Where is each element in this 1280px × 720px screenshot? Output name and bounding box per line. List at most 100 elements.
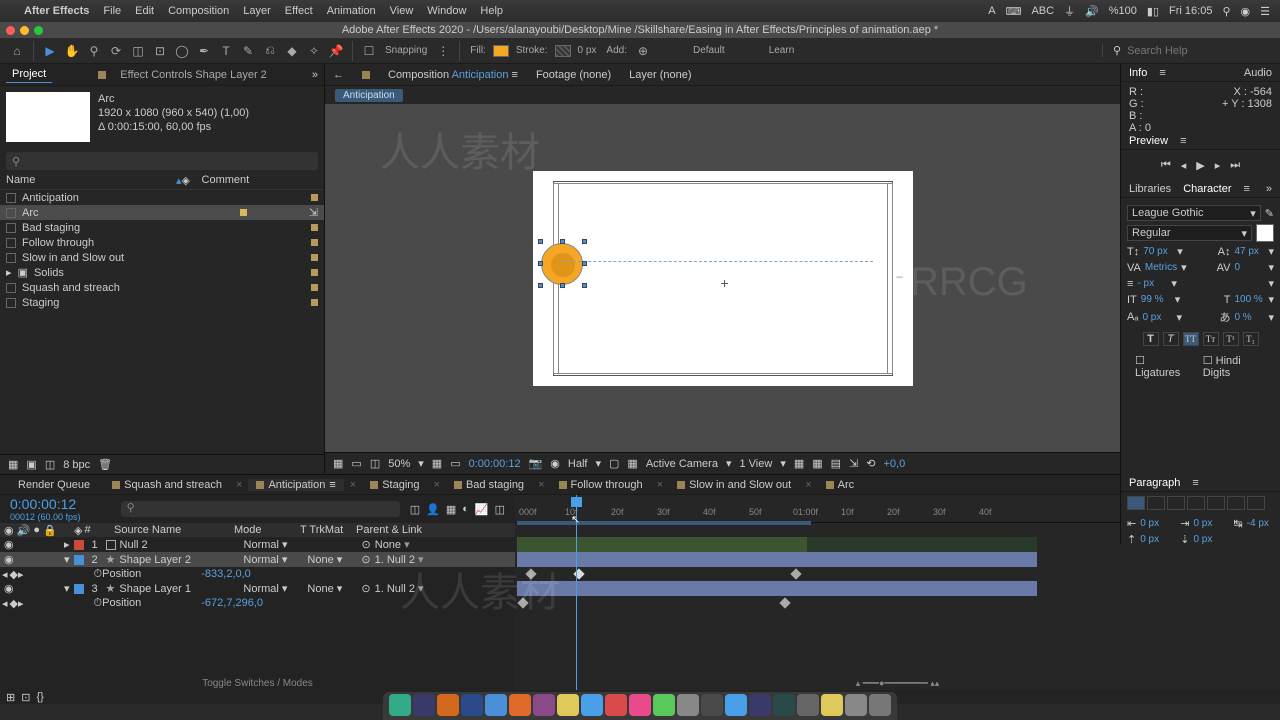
- zoom-tool-icon[interactable]: ⚲: [85, 42, 103, 60]
- col-comment[interactable]: Comment: [202, 174, 318, 189]
- prev-kf-icon[interactable]: ◂: [2, 568, 8, 581]
- bpc-button[interactable]: 8 bpc: [63, 459, 90, 471]
- dock-music-icon[interactable]: [629, 694, 651, 716]
- tl-options-icon[interactable]: ⊡: [21, 691, 30, 704]
- align-center-icon[interactable]: [1147, 496, 1165, 510]
- menu-composition[interactable]: Composition: [168, 5, 229, 17]
- property-row[interactable]: ◂ ◆ ▸ ⏱ Position -672,7,296,0: [0, 596, 515, 610]
- dock-pr-icon[interactable]: [749, 694, 771, 716]
- tl-tab[interactable]: Slow in and Slow out: [669, 479, 799, 491]
- motion-blur-icon[interactable]: ◐: [462, 503, 469, 516]
- project-thumbnail[interactable]: [6, 92, 90, 142]
- keyframe-icon[interactable]: [779, 597, 790, 608]
- timeline-search[interactable]: ⚲: [121, 501, 400, 517]
- transform-handle[interactable]: [582, 239, 587, 244]
- shape-ball[interactable]: [541, 243, 583, 285]
- paragraph-panel-tab[interactable]: Paragraph: [1129, 477, 1180, 489]
- project-item[interactable]: Follow through: [0, 235, 324, 250]
- audio-col-icon[interactable]: 🔊: [17, 524, 31, 537]
- menu-animation[interactable]: Animation: [327, 5, 376, 17]
- home-icon[interactable]: ⌂: [8, 42, 26, 60]
- roi-icon[interactable]: ▢: [609, 457, 619, 470]
- dock-notes-icon[interactable]: [557, 694, 579, 716]
- col-label-icon[interactable]: ◈: [182, 174, 202, 189]
- play-icon[interactable]: ▶: [1196, 159, 1204, 172]
- exposure-reset-icon[interactable]: ⟲: [866, 457, 875, 470]
- font-size-value[interactable]: 70 px: [1143, 246, 1173, 257]
- menu-view[interactable]: View: [390, 5, 414, 17]
- layer-row[interactable]: ◉ ▾ 2 ★ Shape Layer 2 Normal ▾ None ▾ ⊙ …: [0, 552, 515, 567]
- transform-handle[interactable]: [538, 261, 543, 266]
- siri-icon[interactable]: ◉: [1241, 5, 1251, 18]
- transform-handle[interactable]: [538, 283, 543, 288]
- stroke-width-value[interactable]: - px: [1137, 278, 1167, 289]
- stroke-width[interactable]: 0 px: [578, 45, 597, 56]
- wifi-icon[interactable]: ⏚: [1064, 3, 1075, 19]
- dock-app-icon[interactable]: [821, 694, 843, 716]
- fast-preview-icon[interactable]: ▦: [812, 457, 822, 470]
- layer-row[interactable]: ◉ ▾ 3 ★ Shape Layer 1 Normal ▾ None ▾ ⊙ …: [0, 581, 515, 596]
- type-tool-icon[interactable]: T: [217, 42, 235, 60]
- pickwhip-icon[interactable]: ⊙: [361, 582, 370, 595]
- leading-value[interactable]: 47 px: [1234, 246, 1264, 257]
- transparency-icon[interactable]: ▦: [627, 457, 637, 470]
- solo-col-icon[interactable]: ●: [33, 524, 40, 537]
- first-frame-icon[interactable]: ⏮: [1161, 159, 1171, 172]
- fill-label[interactable]: Fill:: [470, 45, 486, 56]
- search-help-input[interactable]: Search Help: [1127, 45, 1188, 57]
- minimize-window-icon[interactable]: [20, 26, 29, 35]
- workspace-default[interactable]: Default: [693, 45, 725, 56]
- pickwhip-icon[interactable]: ⊙: [361, 553, 370, 566]
- preview-panel-tab[interactable]: Preview: [1129, 135, 1168, 147]
- prev-frame-icon[interactable]: ◂: [1181, 159, 1187, 172]
- text-icon[interactable]: ABC: [1031, 5, 1054, 17]
- project-item[interactable]: Bad staging: [0, 220, 324, 235]
- tl-tab[interactable]: Squash and streach: [104, 479, 230, 491]
- comp-breadcrumb[interactable]: Anticipation: [335, 89, 403, 102]
- layer-tab[interactable]: Layer (none): [629, 69, 691, 81]
- app-name[interactable]: After Effects: [24, 5, 89, 17]
- hscale-value[interactable]: 100 %: [1234, 294, 1264, 305]
- dock-app-icon[interactable]: [653, 694, 675, 716]
- work-area[interactable]: [517, 521, 811, 525]
- pen-tool-icon[interactable]: ✒: [195, 42, 213, 60]
- grid-icon[interactable]: ▦: [432, 457, 442, 470]
- stroke-label[interactable]: Stroke:: [516, 45, 548, 56]
- flowchart-icon[interactable]: ⇲: [849, 457, 858, 470]
- label-swatch[interactable]: [74, 584, 84, 594]
- panel-menu-icon[interactable]: »: [312, 69, 318, 81]
- timeline-icon[interactable]: ▤: [831, 457, 841, 470]
- transform-handle[interactable]: [582, 261, 587, 266]
- twirl-icon[interactable]: ▾: [64, 553, 70, 566]
- tl-tab[interactable]: Arc: [818, 479, 863, 491]
- menu-help[interactable]: Help: [480, 5, 503, 17]
- transform-handle[interactable]: [560, 239, 565, 244]
- project-item[interactable]: ▸▣Solids: [0, 265, 324, 280]
- dock-ai-icon[interactable]: [437, 694, 459, 716]
- trash-icon[interactable]: 🗑: [98, 458, 112, 471]
- tl-tab[interactable]: Follow through: [551, 479, 651, 491]
- keyframe-icon[interactable]: [525, 568, 536, 579]
- superscript-button[interactable]: T¹: [1223, 332, 1239, 346]
- next-kf-icon[interactable]: ▸: [18, 597, 24, 610]
- battery-icon[interactable]: ▮▯: [1147, 5, 1159, 18]
- tl-tab[interactable]: Anticipation ≡: [248, 479, 343, 491]
- allcaps-button[interactable]: TT: [1183, 332, 1199, 346]
- footage-tab[interactable]: Footage (none): [536, 69, 611, 81]
- guides-icon[interactable]: ▭: [450, 457, 460, 470]
- zoom-slider[interactable]: ▴ ━━━●━━━━━━━━ ▴▴: [515, 678, 1280, 688]
- layer-bar[interactable]: [517, 581, 1037, 596]
- tl-tab-render[interactable]: Render Queue: [10, 479, 98, 491]
- next-kf-icon[interactable]: ▸: [18, 568, 24, 581]
- stroke-swatch[interactable]: [555, 45, 571, 57]
- twirl-icon[interactable]: ▾: [64, 582, 70, 595]
- align-left-icon[interactable]: [1127, 496, 1145, 510]
- menu-effect[interactable]: Effect: [285, 5, 313, 17]
- italic-button[interactable]: T: [1163, 332, 1179, 346]
- new-comp-icon[interactable]: ◫: [45, 458, 55, 471]
- snapping-checkbox[interactable]: ☐: [360, 42, 378, 60]
- dock-ae-icon[interactable]: [413, 694, 435, 716]
- puppet-tool-icon[interactable]: 📌: [327, 42, 345, 60]
- keyboard-icon[interactable]: ⌨: [1006, 5, 1022, 18]
- folder-twirl-icon[interactable]: ▸: [6, 266, 12, 279]
